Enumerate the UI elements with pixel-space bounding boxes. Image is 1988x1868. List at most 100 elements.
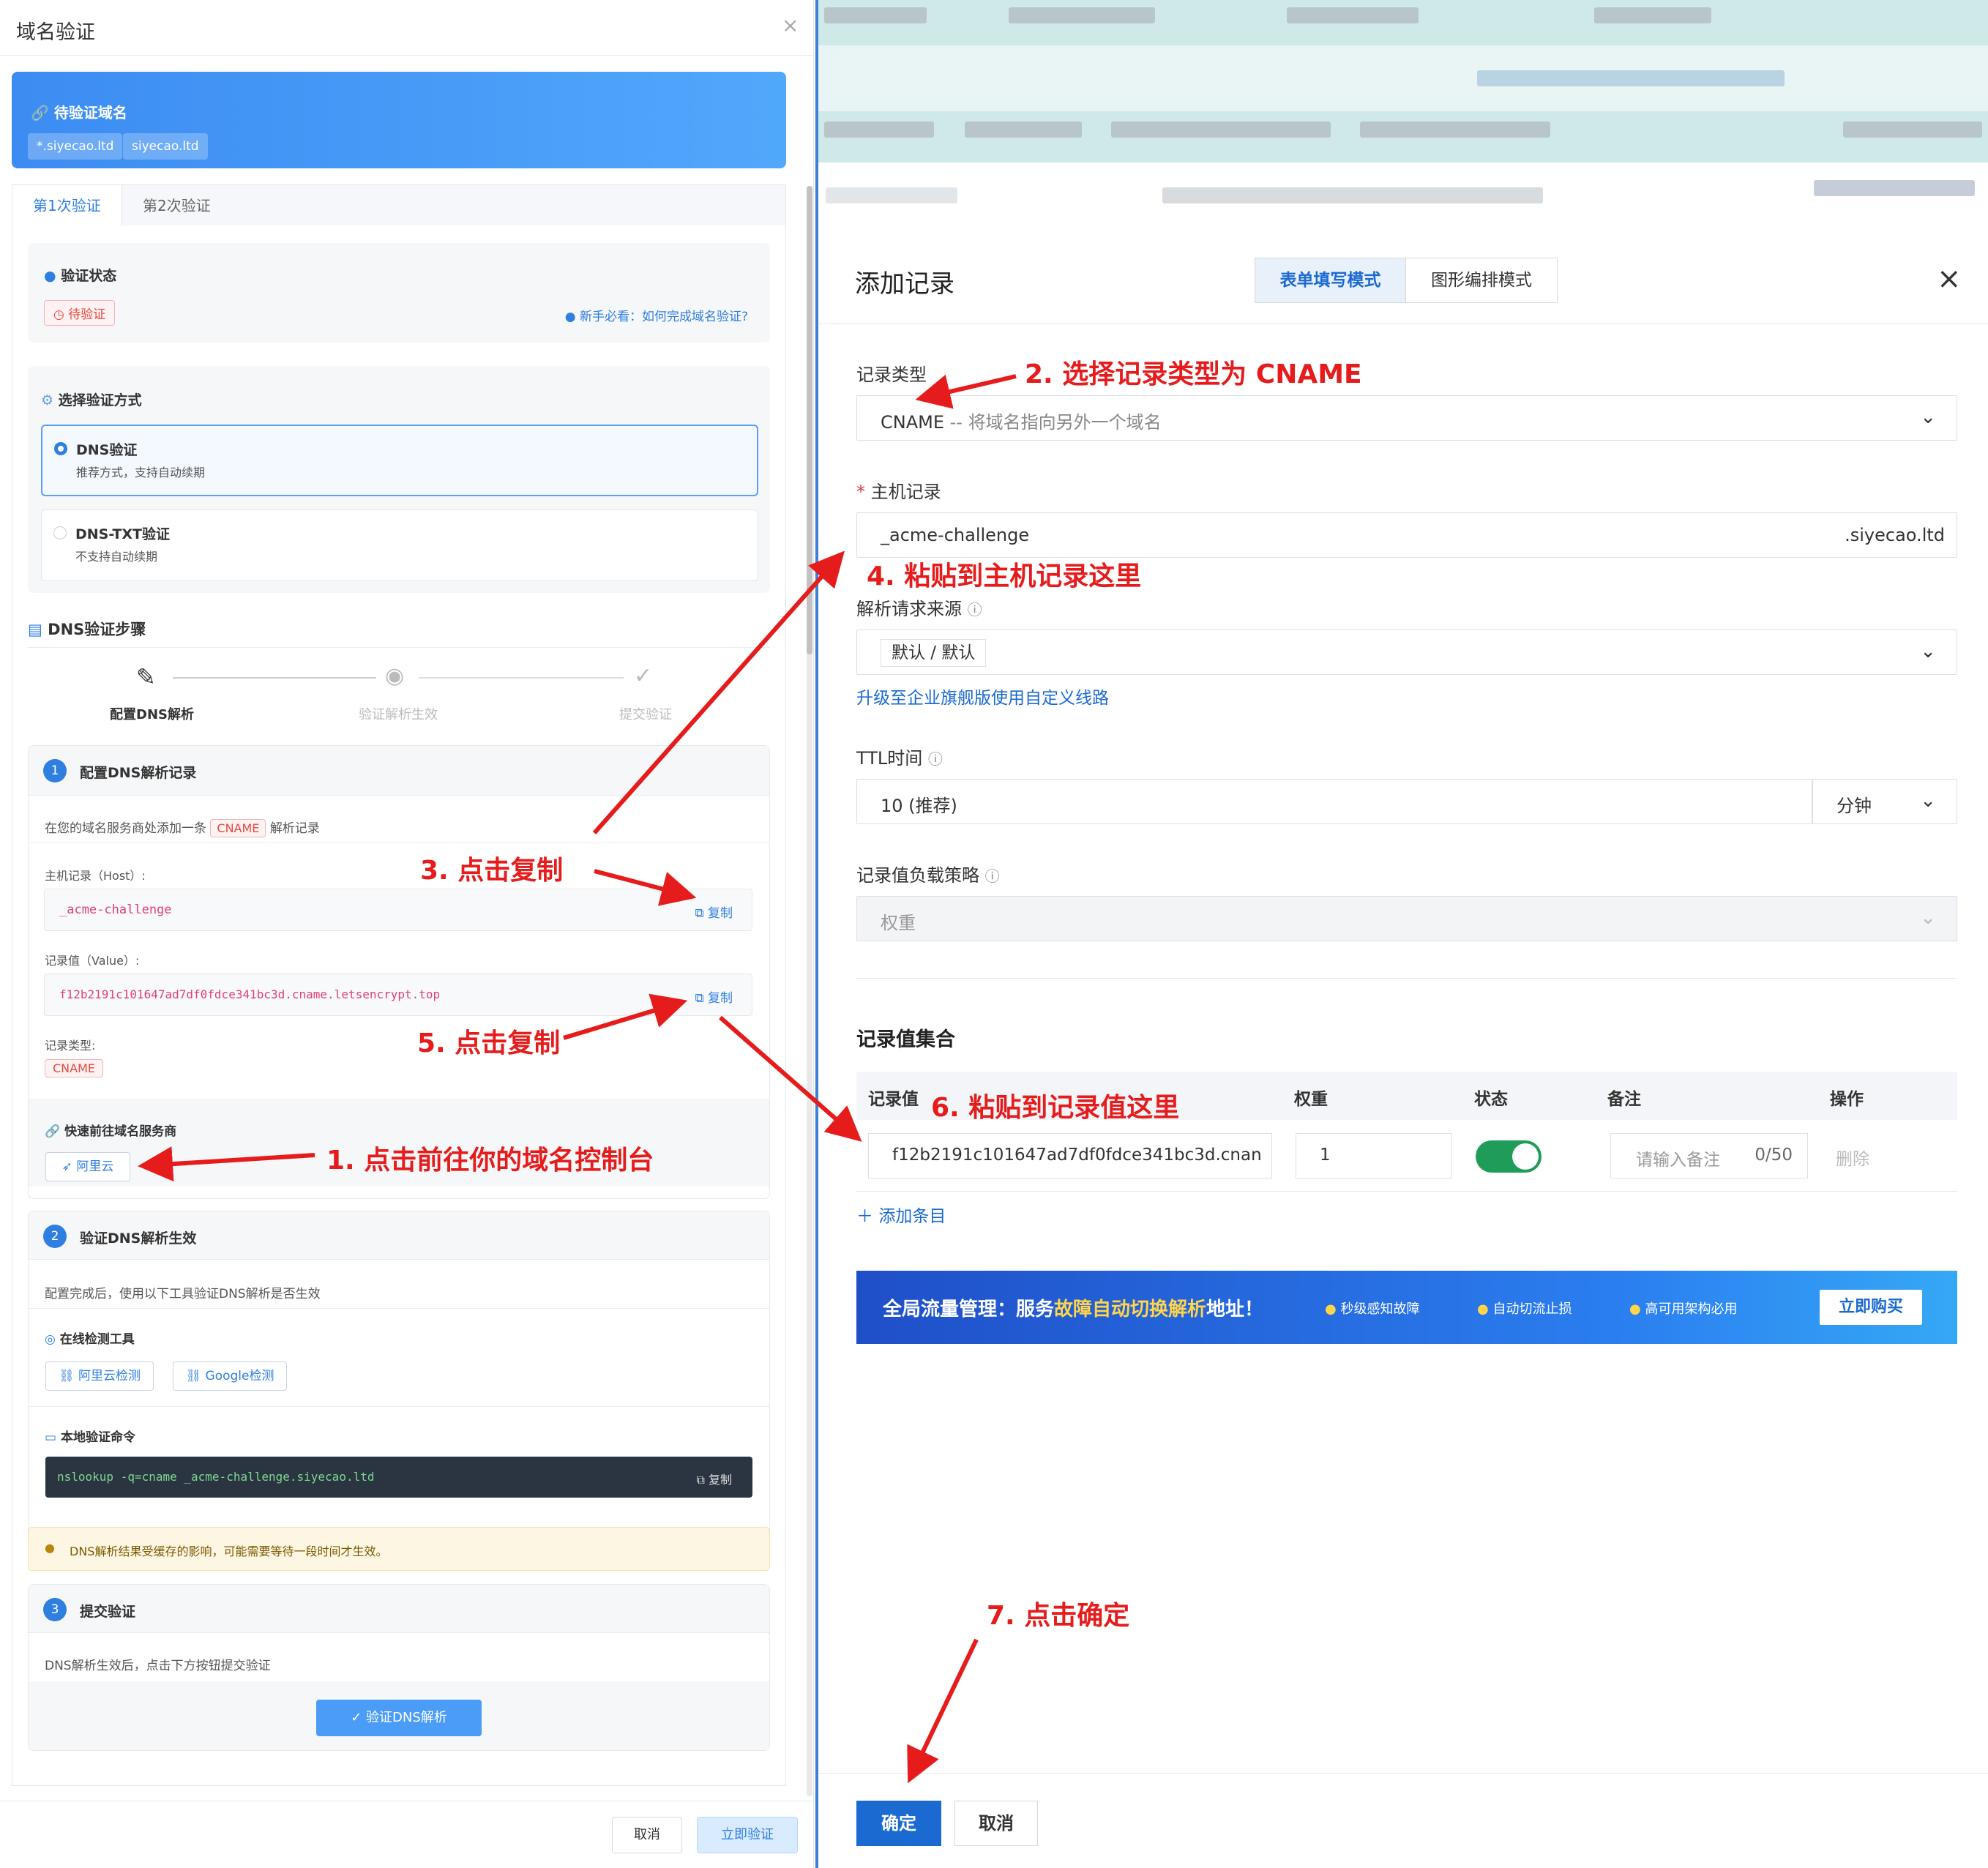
tab-second[interactable]: 第2次验证 (122, 185, 231, 226)
scrollbar-thumb[interactable] (807, 186, 812, 654)
source-tag: 默认 / 默认 (881, 639, 987, 667)
record-value: f12b2191c101647ad7df0fdce341bc3d.cnan (892, 1146, 1262, 1165)
help-icon: ● (564, 310, 576, 324)
value-field[interactable]: f12b2191c101647ad7df0fdce341bc3d.cname.l… (44, 974, 752, 1016)
record-value-input[interactable]: f12b2191c101647ad7df0fdce341bc3d.cnan (868, 1133, 1272, 1178)
step2-desc: 配置完成后，使用以下工具验证DNS解析是否生效 (45, 1287, 321, 1301)
command-box: nslookup -q=cname _acme-challenge.siyeca… (45, 1457, 752, 1498)
remark-count: 0/50 (1755, 1146, 1793, 1165)
copy-value-button[interactable]: ⧉ 复制 (695, 987, 733, 1006)
weight-value: 1 (1320, 1146, 1331, 1165)
copy-host-button[interactable]: ⧉ 复制 (695, 903, 733, 921)
cmd-label: ▭ 本地验证命令 (45, 1430, 135, 1445)
mode-graph[interactable]: 图形编排模式 (1406, 258, 1557, 302)
method-option-txt[interactable]: DNS-TXT验证 不支持自动续期 (41, 509, 758, 581)
option-title: DNS验证 (76, 442, 138, 458)
check-circle-icon: ● (1629, 1301, 1641, 1317)
chevron-down-icon: ⌄ (1920, 640, 1936, 662)
help-icon: ⓘ (967, 601, 982, 619)
scrollbar[interactable] (807, 186, 812, 1796)
google-check-button[interactable]: ⛓ Google检测 (173, 1361, 287, 1391)
annotation-7: 7. 点击确定 (987, 1601, 1130, 1631)
warning-icon: ● (45, 1541, 55, 1555)
radio-icon (53, 526, 67, 539)
step1-desc: 在您的域名服务商处添加一条 CNAME 解析记录 (45, 818, 320, 837)
copy-icon: ⧉ (696, 1473, 705, 1487)
record-type-select[interactable]: CNAME -- 将域名指向另外一个域名 ⌄ (856, 395, 1957, 441)
chevron-down-icon: ⌄ (1920, 907, 1936, 929)
tab-first[interactable]: 第1次验证 (12, 185, 122, 226)
verify-dns-button[interactable]: ✓ 验证DNS解析 (316, 1700, 482, 1736)
status-toggle[interactable] (1476, 1140, 1542, 1173)
buy-button[interactable]: 立即购买 (1820, 1290, 1922, 1325)
delete-button[interactable]: 删除 (1836, 1145, 1869, 1170)
host-field[interactable]: _acme-challenge ⧉ 复制 (44, 889, 752, 931)
upgrade-link[interactable]: 升级至企业旗舰版使用自定义线路 (856, 684, 1109, 709)
verify-now-button[interactable]: 立即验证 (697, 1817, 798, 1853)
col-status: 状态 (1474, 1090, 1508, 1109)
record-type-label: 记录类型 (856, 365, 927, 385)
source-select[interactable]: 默认 / 默认 ⌄ (856, 629, 1957, 675)
annotation-5: 5. 点击复制 (417, 1028, 561, 1058)
host-input[interactable]: _acme-challenge .siyecao.ltd (856, 512, 1957, 558)
ad-feature: ● 高可用架构必用 (1629, 1301, 1738, 1317)
step1-card: 1 配置DNS解析记录 在您的域名服务商处添加一条 CNAME 解析记录 主机记… (28, 745, 770, 1199)
close-icon[interactable]: × (1937, 262, 1962, 296)
add-item-button[interactable]: ＋ 添加条目 (856, 1202, 946, 1227)
host-label: 主机记录（Host）: (45, 869, 146, 883)
chevron-down-icon: ⌄ (1920, 790, 1936, 812)
value-label: 记录值（Value）: (45, 954, 140, 968)
warning-bar: ● DNS解析结果受缓存的影响，可能需要等待一段时间才生效。 (28, 1527, 770, 1571)
link-icon: 🔗 (31, 104, 49, 122)
cname-tag: CNAME (210, 819, 266, 837)
ad-banner[interactable]: 全局流量管理：服务故障自动切换解析地址！ ● 秒级感知故障 ● 自动切流止损 ●… (856, 1271, 1957, 1344)
list-icon: ▤ (28, 621, 42, 638)
monitor-icon: ▭ (45, 1430, 57, 1445)
dialog-title: 域名验证 (16, 21, 95, 44)
annotation-4: 4. 粘贴到主机记录这里 (867, 561, 1142, 591)
blurred-block (1162, 187, 1543, 203)
step-label: 配置DNS解析 (110, 707, 194, 722)
option-desc: 不支持自动续期 (75, 550, 158, 564)
status-badge: ◷ 待验证 (44, 300, 116, 326)
radio-checked-icon (54, 442, 67, 455)
col-remark: 备注 (1607, 1090, 1641, 1109)
close-icon[interactable]: × (782, 13, 799, 37)
weight-input[interactable]: 1 (1296, 1133, 1452, 1178)
divider (29, 1406, 769, 1407)
blurred-block (1287, 7, 1419, 23)
clock-icon: ◷ (53, 307, 64, 322)
method-label: ⚙ 选择验证方式 (41, 392, 142, 408)
ttl-input[interactable]: 10 (推荐) (856, 779, 1812, 824)
provider-label: 🔗 快速前往域名服务商 (45, 1124, 177, 1139)
cancel-button[interactable]: 取消 (612, 1817, 682, 1853)
copy-cmd-button[interactable]: ⧉ 复制 (696, 1470, 732, 1487)
help-link[interactable]: ● 新手必看：如何完成域名验证? (565, 306, 748, 324)
eye-icon: ◉ (385, 663, 405, 689)
link-icon: ⛓ (59, 1369, 75, 1383)
aliyun-button[interactable]: ➶ 阿里云 (45, 1152, 130, 1181)
mode-form[interactable]: 表单填写模式 (1255, 258, 1406, 302)
info-icon: ● (44, 268, 56, 284)
blurred-block (1360, 122, 1550, 138)
blurred-browser-chrome (818, 0, 1988, 237)
method-option-dns[interactable]: DNS验证 推荐方式，支持自动续期 (41, 425, 758, 496)
blurred-block (1594, 7, 1711, 23)
ttl-unit-select[interactable]: 分钟 ⌄ (1812, 779, 1957, 824)
lb-value: 权重 (881, 913, 916, 933)
step3-header (29, 1585, 769, 1633)
ttl-value: 10 (推荐) (881, 796, 957, 816)
drawer-cancel-button[interactable]: 取消 (954, 1801, 1038, 1846)
source-label: 解析请求来源 ⓘ (856, 599, 982, 619)
step-label: 提交验证 (619, 707, 672, 722)
tools-label: ◎ 在线检测工具 (45, 1332, 135, 1347)
set-title: 记录值集合 (856, 1028, 955, 1051)
remark-input[interactable]: 请输入备注 0/50 (1610, 1133, 1808, 1178)
link-icon: 🔗 (45, 1124, 61, 1139)
aliyun-check-button[interactable]: ⛓ 阿里云检测 (45, 1361, 154, 1391)
blurred-block (965, 122, 1082, 138)
domain-verify-dialog: 域名验证 × 🔗 待验证域名 *.siyecao.ltd siyecao.ltd… (0, 0, 814, 1868)
drawer-title: 添加记录 (855, 269, 954, 299)
confirm-button[interactable]: 确定 (856, 1801, 941, 1846)
ttl-label: TTL时间 ⓘ (856, 748, 943, 769)
